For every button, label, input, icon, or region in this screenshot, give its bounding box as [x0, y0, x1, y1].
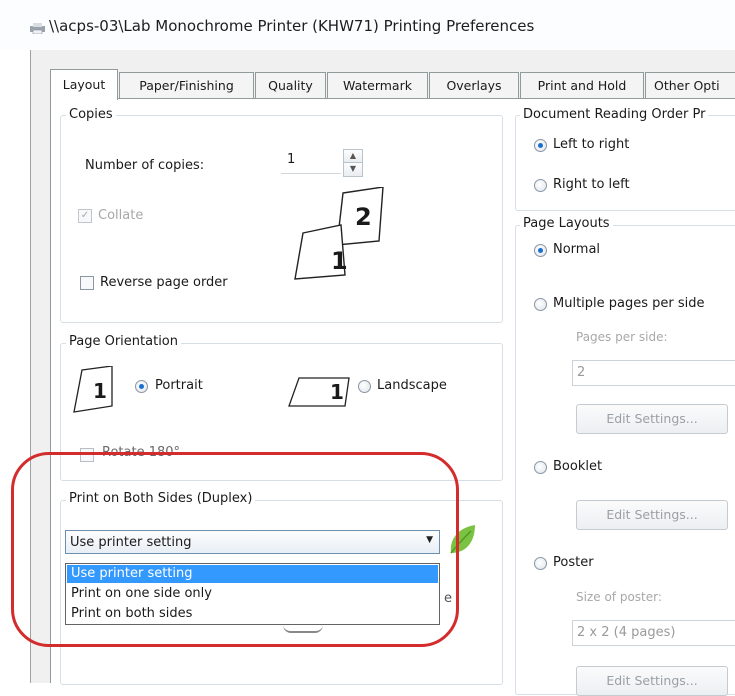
spin-down-icon[interactable]: ▼ [343, 163, 363, 177]
page-glyph-1: 1 [331, 247, 348, 275]
chevron-down-icon[interactable]: ▼ [426, 535, 433, 545]
poster-radio[interactable] [534, 557, 547, 570]
portrait-glyph: 1 [93, 379, 107, 403]
edit-settings-button-2[interactable]: Edit Settings... [576, 500, 728, 530]
left-to-right-label: Left to right [553, 137, 630, 152]
reading-order-group [515, 115, 735, 211]
window-title: \\acps-03\Lab Monochrome Printer (KHW71)… [49, 17, 535, 35]
copies-spinner[interactable]: ▲ ▼ [343, 149, 363, 177]
duplex-dropdown[interactable]: Use printer setting ▼ [65, 530, 440, 554]
collate-checkbox[interactable]: ✓ [78, 209, 92, 223]
right-to-left-radio[interactable] [534, 179, 547, 192]
poster-size-select[interactable]: 2 x 2 (4 pages) [572, 620, 735, 646]
portrait-label: Portrait [155, 378, 203, 393]
reverse-order-checkbox[interactable] [80, 276, 94, 290]
duplex-options-list[interactable]: Use printer setting Print on one side on… [65, 563, 440, 625]
landscape-radio[interactable] [358, 380, 371, 393]
portrait-radio[interactable] [135, 380, 148, 393]
multiple-pages-label: Multiple pages per side [553, 296, 705, 311]
rotate-180-checkbox[interactable] [80, 448, 94, 462]
edit-settings-button-1[interactable]: Edit Settings... [576, 404, 728, 434]
page-glyph-2: 2 [355, 203, 372, 231]
tab-print-and-hold[interactable]: Print and Hold [520, 72, 644, 98]
normal-label: Normal [553, 242, 601, 257]
tab-watermark[interactable]: Watermark [327, 72, 428, 98]
tab-other-options[interactable]: Other Opti [645, 72, 735, 98]
duplex-option-one-side[interactable]: Print on one side only [67, 585, 438, 603]
duplex-graphic [283, 625, 323, 633]
booklet-label: Booklet [553, 459, 603, 474]
normal-radio[interactable] [534, 244, 547, 257]
rotate-180-label: Rotate 180° [102, 445, 181, 460]
edit-settings-button-3[interactable]: Edit Settings... [576, 666, 728, 696]
reading-order-legend: Document Reading Order Pr [520, 107, 709, 122]
size-of-poster-label: Size of poster: [576, 590, 662, 604]
duplex-legend: Print on Both Sides (Duplex) [66, 491, 256, 506]
tab-overlays[interactable]: Overlays [429, 72, 519, 98]
duplex-option-printer-setting[interactable]: Use printer setting [67, 565, 438, 583]
printer-icon [30, 23, 45, 34]
tab-paper-finishing[interactable]: Paper/Finishing [119, 72, 254, 98]
landscape-label: Landscape [377, 378, 447, 393]
tab-layout[interactable]: Layout [50, 69, 118, 100]
poster-label: Poster [553, 555, 594, 570]
booklet-radio[interactable] [534, 461, 547, 474]
orientation-group [60, 343, 503, 481]
obscured-text: e [444, 591, 452, 606]
duplex-dropdown-value: Use printer setting [70, 535, 192, 550]
tab-quality[interactable]: Quality [255, 72, 326, 98]
multiple-pages-radio[interactable] [534, 298, 547, 311]
reverse-order-label: Reverse page order [100, 275, 228, 290]
page-layouts-legend: Page Layouts [520, 216, 613, 231]
spin-up-icon[interactable]: ▲ [343, 149, 363, 163]
collate-label: Collate [98, 208, 144, 223]
pages-per-side-label: Pages per side: [576, 330, 668, 344]
number-of-copies-label: Number of copies: [85, 158, 205, 173]
right-to-left-label: Right to left [553, 177, 630, 192]
copies-legend: Copies [66, 107, 116, 122]
left-to-right-radio[interactable] [534, 139, 547, 152]
pages-per-side-select[interactable]: 2 [572, 360, 735, 386]
orientation-legend: Page Orientation [66, 334, 181, 349]
landscape-glyph: 1 [330, 380, 344, 404]
copies-input[interactable]: 1 [281, 148, 341, 174]
duplex-option-both-sides[interactable]: Print on both sides [67, 605, 438, 623]
eco-leaf-icon [450, 525, 475, 554]
